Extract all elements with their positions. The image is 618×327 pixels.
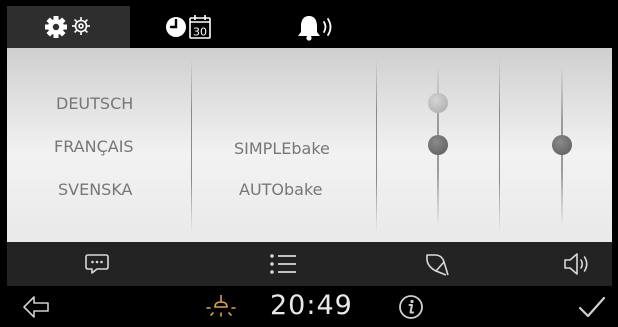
column-divider bbox=[376, 58, 377, 232]
gear-icon bbox=[44, 16, 90, 38]
checkmark-icon bbox=[578, 296, 606, 318]
bake-mode-option-autobake[interactable]: AUTObake bbox=[239, 180, 323, 199]
bell-sound-icon bbox=[298, 16, 332, 41]
volume-button[interactable] bbox=[547, 242, 607, 286]
function-bar bbox=[7, 242, 612, 286]
back-arrow-icon bbox=[23, 296, 49, 318]
tab-settings[interactable] bbox=[7, 6, 130, 48]
language-button[interactable] bbox=[67, 242, 127, 286]
info-button[interactable] bbox=[397, 293, 425, 325]
tab-alarm[interactable] bbox=[268, 6, 368, 48]
speaker-icon bbox=[564, 253, 588, 275]
back-button[interactable] bbox=[22, 294, 50, 324]
clock-calendar-icon: 30 bbox=[166, 15, 211, 39]
confirm-button[interactable] bbox=[577, 294, 607, 324]
oven-light-button[interactable] bbox=[203, 293, 239, 325]
brightness-level-2-knob[interactable] bbox=[428, 135, 448, 155]
language-option-francais[interactable]: FRANÇAIS bbox=[54, 137, 134, 156]
tab-clock-calendar[interactable]: 30 bbox=[140, 6, 240, 48]
language-option-svenska[interactable]: SVENSKA bbox=[58, 180, 133, 199]
brightness-icon bbox=[426, 254, 449, 276]
brightness-level-1-knob[interactable] bbox=[428, 93, 448, 113]
light-bulb-icon bbox=[206, 295, 236, 317]
column-divider bbox=[191, 58, 192, 232]
clock-display[interactable]: 20:49 bbox=[270, 290, 353, 321]
language-option-deutsch[interactable]: DEUTSCH bbox=[56, 94, 133, 113]
list-icon bbox=[270, 254, 296, 274]
display-brightness-button[interactable] bbox=[407, 242, 467, 286]
status-bar: 20:49 bbox=[0, 286, 618, 327]
bake-mode-option-simplebake[interactable]: SIMPLEbake bbox=[234, 139, 330, 158]
calendar-day-label: 30 bbox=[193, 26, 207, 39]
tab-bar: 30 bbox=[0, 0, 618, 48]
settings-panel: DEUTSCH FRANÇAIS SVENSKA SIMPLEbake AUTO… bbox=[7, 48, 612, 242]
column-divider bbox=[499, 58, 500, 232]
info-icon bbox=[399, 295, 423, 319]
oven-settings-screen: 30 DEUTSCH FRANÇAIS SVENSKA SIMPLEbake A… bbox=[0, 0, 618, 327]
bake-mode-button[interactable] bbox=[253, 242, 313, 286]
volume-slider-knob[interactable] bbox=[552, 135, 572, 155]
speech-bubble-icon bbox=[85, 254, 109, 274]
